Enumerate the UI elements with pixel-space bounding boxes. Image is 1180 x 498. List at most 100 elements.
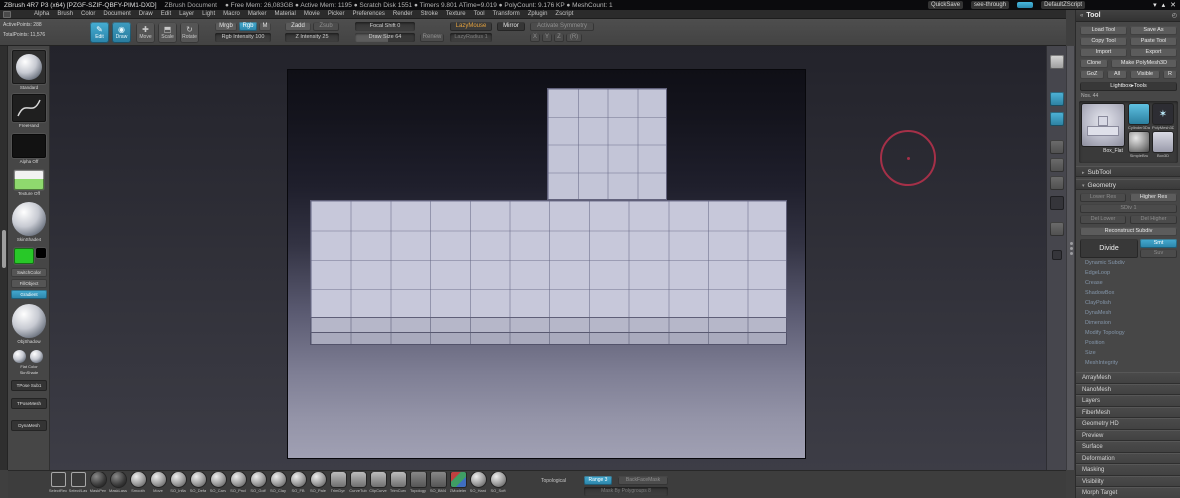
geometry-section-header[interactable]: ▾ Geometry	[1076, 179, 1180, 190]
symmetry-r-button[interactable]: (R)	[566, 33, 582, 42]
rgb-button[interactable]: Rgb	[239, 22, 257, 31]
brush-tile[interactable]: SO_Soft	[488, 472, 508, 493]
palette-section-header[interactable]: FiberMesh	[1076, 406, 1180, 418]
rgb-intensity-slider[interactable]: Rgb Intensity 100	[215, 33, 271, 42]
menu-item[interactable]: Render	[393, 11, 413, 17]
edit-button[interactable]: ✎ Edit	[90, 22, 109, 43]
menu-item[interactable]: Tool	[474, 11, 485, 17]
brush-tile[interactable]: ClipCurve	[368, 472, 388, 493]
model-cube[interactable]	[547, 88, 667, 200]
menu-item[interactable]: Layer	[179, 11, 194, 17]
gradient-button[interactable]: Gradient	[11, 290, 47, 299]
geometry-subsection[interactable]: DynaMesh	[1076, 308, 1180, 318]
menu-item[interactable]: Draw	[139, 11, 153, 17]
menu-item[interactable]: Texture	[446, 11, 466, 17]
brush-tile[interactable]: SO_Pncl	[228, 472, 248, 493]
import-button[interactable]: Import	[1080, 48, 1127, 57]
zsub-button[interactable]: Zsub	[313, 22, 339, 31]
secondary-material-thumbnail[interactable]	[12, 304, 46, 338]
right-tray-divider[interactable]	[1066, 46, 1075, 470]
focal-shift-slider[interactable]: Focal Shift 0	[355, 22, 415, 31]
menu-item[interactable]: Brush	[57, 11, 73, 17]
palette-section-header[interactable]: Visibility	[1076, 475, 1180, 487]
tool-palette-header[interactable]: « Tool ◴	[1076, 10, 1180, 22]
see-through-slider[interactable]: see-through	[971, 1, 1010, 9]
divide-button[interactable]: Divide	[1080, 239, 1138, 258]
current-alpha-thumbnail[interactable]	[12, 134, 46, 158]
symmetry-z-button[interactable]: Z	[554, 33, 564, 42]
collapse-panel-icon[interactable]: «	[1080, 13, 1083, 19]
geometry-subsection[interactable]: Crease	[1076, 278, 1180, 288]
rotate-button[interactable]: ↻ Rotate	[180, 22, 199, 43]
scale-button[interactable]: ⬒ Scale	[158, 22, 177, 43]
palette-section-header[interactable]: Layers	[1076, 395, 1180, 407]
box3d-tool-icon[interactable]	[1153, 132, 1173, 152]
brush-tile[interactable]: Topology	[408, 472, 428, 493]
menu-item[interactable]: Material	[274, 11, 295, 17]
actual-size-icon[interactable]	[1050, 112, 1064, 126]
palette-section-header[interactable]: Surface	[1076, 441, 1180, 453]
maximize-icon[interactable]: ▴	[1162, 1, 1166, 9]
geometry-subsection[interactable]: Position	[1076, 338, 1180, 348]
higher-res-button[interactable]: Higher Res	[1130, 193, 1177, 202]
mask-by-polygroups-slider[interactable]: Mask By Polygroups 8	[584, 487, 668, 496]
model-flat-box[interactable]	[310, 200, 787, 318]
sdiv-slider[interactable]: SDiv 1	[1080, 204, 1177, 213]
current-material-thumbnail[interactable]	[12, 202, 46, 236]
palette-section-header[interactable]: Deformation	[1076, 452, 1180, 464]
zoom-document-icon[interactable]	[1050, 92, 1064, 106]
brush-tile[interactable]: SelectRec	[48, 472, 68, 493]
brush-tile[interactable]: SO_Golf	[248, 472, 268, 493]
zadd-button[interactable]: Zadd	[285, 22, 311, 31]
scroll-document-icon[interactable]	[1050, 55, 1064, 69]
lazy-radius-slider[interactable]: LazyRadius 1	[450, 33, 492, 42]
geometry-subsection[interactable]: ClayPolish	[1076, 298, 1180, 308]
brush-tile[interactable]: Select/Las	[68, 472, 88, 493]
menu-item[interactable]: Document	[103, 11, 130, 17]
brush-tile[interactable]: MaskPen	[88, 472, 108, 493]
del-higher-button[interactable]: Del Higher	[1130, 215, 1177, 224]
palette-section-header[interactable]: Morph Target	[1076, 487, 1180, 498]
current-stroke-thumbnail[interactable]	[12, 94, 46, 122]
menu-item[interactable]: Zplugin	[528, 11, 548, 17]
geometry-subsection[interactable]: Modify Topology	[1076, 328, 1180, 338]
brush-tile[interactable]: SO_Clay	[268, 472, 288, 493]
menu-item[interactable]: Color	[81, 11, 95, 17]
aa-half-icon[interactable]	[1050, 140, 1064, 154]
menu-item[interactable]: Preferences	[353, 11, 385, 17]
goz-visible-button[interactable]: Visible	[1130, 70, 1160, 79]
close-icon[interactable]: ✕	[1170, 1, 1176, 9]
dynamesh-button[interactable]: DynaMesh	[11, 420, 47, 431]
symmetry-y-button[interactable]: Y	[542, 33, 552, 42]
brush-tile[interactable]: TrimCurv	[388, 472, 408, 493]
smt-toggle[interactable]: Smt	[1140, 239, 1177, 248]
geometry-subsection[interactable]: Size	[1076, 348, 1180, 358]
fill-object-button[interactable]: FillObject	[11, 279, 47, 288]
brush-tile[interactable]: SO_BM4	[428, 472, 448, 493]
load-tool-button[interactable]: Load Tool	[1080, 26, 1127, 35]
brush-tile[interactable]: SO_Pale	[308, 472, 328, 493]
floor-grid-icon[interactable]	[1050, 176, 1064, 190]
mirror-button[interactable]: Mirror	[497, 22, 525, 31]
brush-tile[interactable]: SO_Hard	[468, 472, 488, 493]
brush-tile[interactable]: SO_Defa	[188, 472, 208, 493]
z-intensity-slider[interactable]: Z Intensity 25	[285, 33, 339, 42]
move-button[interactable]: ✚ Move	[136, 22, 155, 43]
copy-tool-button[interactable]: Copy Tool	[1080, 37, 1127, 46]
mrgb-button[interactable]: Mrgb	[215, 22, 237, 31]
brush-tile[interactable]: SO_FB	[288, 472, 308, 493]
flat-material-thumbnail[interactable]	[13, 350, 26, 363]
menu-item[interactable]: Picker	[328, 11, 345, 17]
secondary-color-swatch[interactable]	[36, 248, 46, 258]
main-color-swatch[interactable]	[14, 248, 34, 264]
brush-tile[interactable]: Move	[148, 472, 168, 493]
local-symmetry-icon[interactable]	[1050, 196, 1064, 210]
range-slider[interactable]: Range 3	[584, 476, 612, 485]
backfacemask-button[interactable]: BackFaceMask	[618, 476, 668, 485]
shade-material-thumbnail[interactable]	[30, 350, 43, 363]
tpose-subt-button[interactable]: TPose Sub1	[11, 380, 47, 391]
menu-item[interactable]: Stroke	[421, 11, 438, 17]
goz-r-button[interactable]: R	[1163, 70, 1177, 79]
brush-tile[interactable]: Smooth	[128, 472, 148, 493]
del-lower-button[interactable]: Del Lower	[1080, 215, 1126, 224]
